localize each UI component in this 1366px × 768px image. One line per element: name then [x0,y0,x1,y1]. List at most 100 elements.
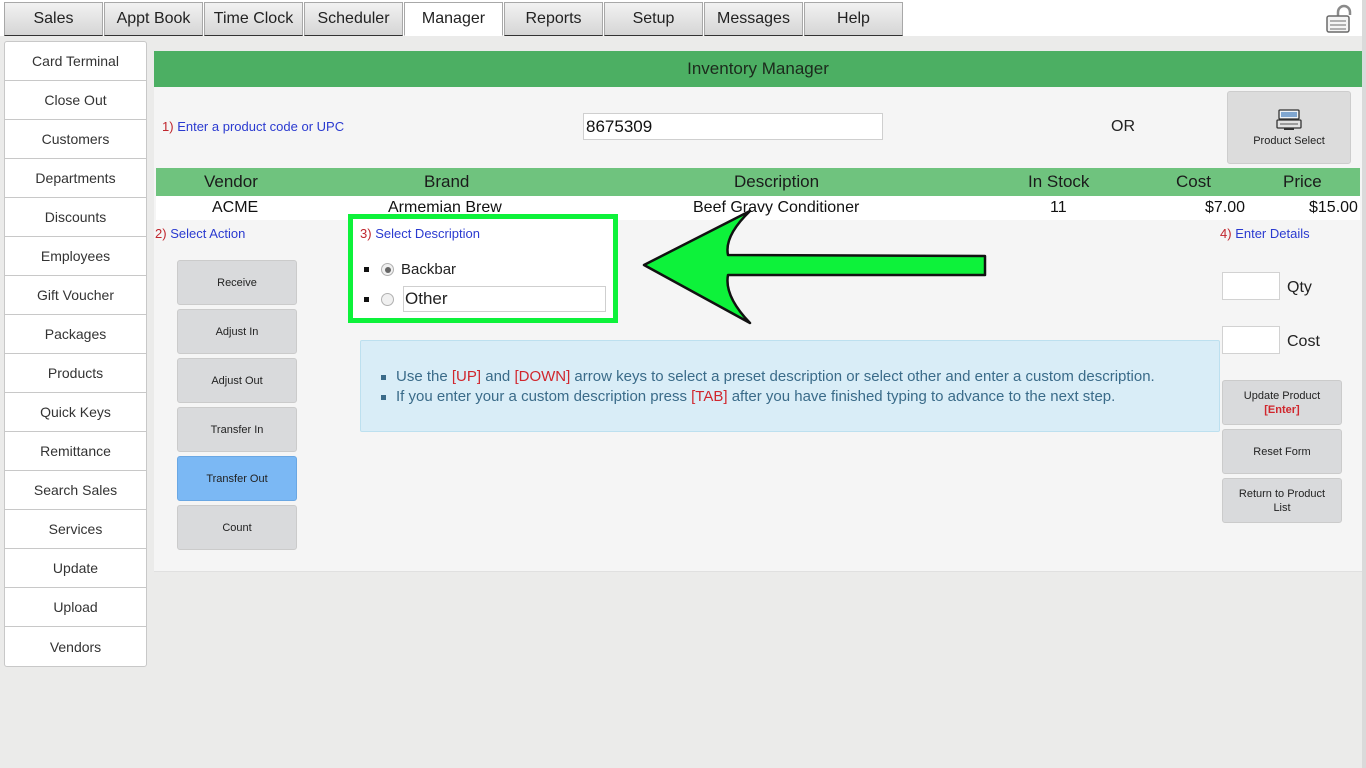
column-vendor: Vendor [204,172,258,191]
reset-form-button[interactable]: Reset Form [1222,429,1342,474]
backbar-label: Backbar [401,261,457,278]
instructions-list: Use the [UP] and [DOWN] arrow keys to se… [381,367,1155,407]
other-radio[interactable] [381,292,394,306]
sidebar-item-packages[interactable]: Packages [5,315,146,354]
column-brand: Brand [424,172,470,191]
product-select-label: Product Select [1253,134,1325,147]
instruction-line-2: If you enter your a custom description p… [381,387,1155,407]
sidebar-item-discounts[interactable]: Discounts [5,198,146,237]
other-description-input[interactable]: Other [403,286,606,312]
tab-reports[interactable]: Reports [504,2,603,36]
green-arrow-icon [642,209,987,325]
tab-sales[interactable]: Sales [4,2,103,36]
cell-cost: $7.00 [1205,199,1246,216]
instruction-1-text-b: and [481,368,515,385]
top-nav-bar: Sales Appt Book Time Clock Scheduler Man… [0,0,1366,36]
sidebar: Card Terminal Close Out Customers Depart… [4,41,147,667]
tab-setup[interactable]: Setup [604,2,703,36]
cell-price: $15.00 [1309,199,1358,216]
reset-form-label: Reset Form [1253,445,1311,458]
sidebar-item-card-terminal[interactable]: Card Terminal [5,42,146,81]
adjust-in-button[interactable]: Adjust In [177,309,297,354]
top-tabs: Sales Appt Book Time Clock Scheduler Man… [4,2,904,36]
count-button[interactable]: Count [177,505,297,550]
cost-input[interactable] [1222,326,1280,354]
instructions-box: Use the [UP] and [DOWN] arrow keys to se… [360,340,1220,432]
step-4-text: Enter Details [1235,226,1310,241]
step-2-number: 2) [155,226,167,241]
cell-in-stock: 11 [1050,199,1067,216]
key-tab: [TAB] [691,388,728,405]
update-product-label: Update Product [1243,389,1321,402]
inventory-manager-panel: Inventory Manager 1) Enter a product cod… [154,51,1362,572]
product-code-input[interactable]: 8675309 [583,113,883,140]
sidebar-item-close-out[interactable]: Close Out [5,81,146,120]
column-price: Price [1283,172,1322,191]
sidebar-item-upload[interactable]: Upload [5,588,146,627]
sidebar-item-remittance[interactable]: Remittance [5,432,146,471]
instruction-1-text-a: Use the [396,368,452,385]
column-description: Description [734,172,820,191]
page-title: Inventory Manager [154,51,1362,87]
list-bullet [364,296,369,302]
tab-messages[interactable]: Messages [704,2,803,36]
description-option-other: Other [364,286,606,312]
step-1-text: Enter a product code or UPC [177,119,345,134]
step-2-label: 2) Select Action [155,226,245,241]
tab-manager[interactable]: Manager [404,2,503,36]
tab-help[interactable]: Help [804,2,903,36]
tab-appt-book[interactable]: Appt Book [104,2,203,36]
key-up: [UP] [451,368,482,385]
sidebar-item-update[interactable]: Update [5,549,146,588]
cell-vendor: ACME [212,199,259,216]
sidebar-item-products[interactable]: Products [5,354,146,393]
return-to-product-list-button[interactable]: Return to Product List [1222,478,1342,523]
instruction-1-text-c: arrow keys to select a preset descriptio… [570,368,1155,385]
product-select-button[interactable]: Product Select [1227,91,1351,164]
backbar-radio[interactable] [381,263,394,276]
description-option-backbar: Backbar [364,261,456,278]
sidebar-item-search-sales[interactable]: Search Sales [5,471,146,510]
qty-label: Qty [1287,279,1312,296]
instruction-line-1: Use the [UP] and [DOWN] arrow keys to se… [381,367,1155,387]
step-4-label: 4) Enter Details [1220,226,1310,241]
step-1-label: 1) Enter a product code or UPC [162,119,344,134]
adjust-out-button[interactable]: Adjust Out [177,358,297,403]
step-3-number: 3) [360,226,372,241]
instruction-2-text-a: If you enter your a custom description p… [396,388,692,405]
sidebar-item-customers[interactable]: Customers [5,120,146,159]
transfer-in-button[interactable]: Transfer In [177,407,297,452]
product-table-header: Vendor Brand Description In Stock Cost P… [156,168,1360,196]
receive-button[interactable]: Receive [177,260,297,305]
tab-time-clock[interactable]: Time Clock [204,2,303,36]
key-down: [DOWN] [514,368,571,385]
sidebar-item-departments[interactable]: Departments [5,159,146,198]
step-3-label: 3) Select Description [360,226,480,241]
enter-key-hint: [Enter] [1264,403,1300,416]
sidebar-item-gift-voucher[interactable]: Gift Voucher [5,276,146,315]
return-to-product-list-label: Return to Product List [1238,487,1326,514]
tab-scheduler[interactable]: Scheduler [304,2,403,36]
step-3-text: Select Description [375,226,480,241]
description-selection-highlight: 3) Select Description Backbar Other [348,214,618,323]
step-2-text: Select Action [170,226,246,241]
register-icon [1276,108,1302,130]
sidebar-item-quick-keys[interactable]: Quick Keys [5,393,146,432]
column-cost: Cost [1176,172,1211,191]
radio-selected-dot [384,266,391,273]
sidebar-item-employees[interactable]: Employees [5,237,146,276]
list-bullet [364,267,369,272]
instruction-2-text-b: after you have finished typing to advanc… [727,388,1116,405]
transfer-out-button[interactable]: Transfer Out [177,456,297,501]
sidebar-item-services[interactable]: Services [5,510,146,549]
cost-label: Cost [1287,333,1320,350]
step-4-number: 4) [1220,226,1232,241]
step-1-number: 1) [162,119,174,134]
qty-input[interactable] [1222,272,1280,300]
scrollbar[interactable] [1362,0,1366,768]
sidebar-item-vendors[interactable]: Vendors [5,627,146,666]
unlock-icon[interactable] [1324,4,1356,34]
update-product-button[interactable]: Update Product [Enter] [1222,380,1342,425]
or-label: OR [1111,118,1135,135]
column-in-stock: In Stock [1028,172,1090,191]
